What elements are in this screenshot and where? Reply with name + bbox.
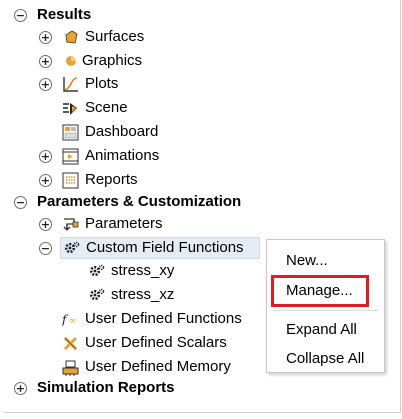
menu-item-expand-all[interactable]: Expand All: [267, 317, 384, 341]
menu-item-collapse-all[interactable]: Collapse All: [267, 346, 384, 370]
tree-node-dashboard[interactable]: Dashboard: [62, 120, 158, 144]
plot-icon: [62, 76, 79, 93]
tree-node-label: Animations: [85, 147, 160, 164]
tree-node-custom-field-functions[interactable]: Custom Field Functions: [60, 237, 260, 259]
menu-item-manage[interactable]: Manage...: [267, 278, 384, 302]
context-menu: New... Manage... Expand All Collapse All: [266, 239, 385, 373]
surface-icon: [62, 29, 79, 46]
expand-toggle[interactable]: +: [39, 54, 52, 68]
tree-node-label: Custom Field Functions: [86, 239, 244, 256]
tree-node-graphics[interactable]: + Graphics: [39, 49, 142, 73]
expand-toggle[interactable]: +: [39, 173, 52, 187]
tree-node-label: stress_xz: [111, 286, 175, 303]
tree-node-label: Scene: [85, 99, 128, 116]
svg-text:∞: ∞: [69, 315, 77, 326]
scene-icon: [62, 100, 79, 117]
gear-icon: [63, 240, 80, 257]
collapse-toggle[interactable]: −: [14, 8, 27, 22]
tree-node-label: Surfaces: [85, 28, 145, 45]
tree-node-label: Simulation Reports: [37, 379, 175, 396]
menu-item-new[interactable]: New...: [267, 248, 384, 272]
tree-node-custom-field-functions-toggle-row: −: [39, 236, 62, 260]
tree-node-simulation-reports[interactable]: + Simulation Reports: [14, 376, 175, 400]
tree-node-stress-xz[interactable]: stress_xz: [88, 283, 174, 307]
menu-separator: [273, 310, 378, 311]
tree-node-surfaces[interactable]: + Surfaces: [39, 25, 144, 49]
graphics-icon: [62, 53, 79, 70]
tree-node-user-defined-scalars[interactable]: User Defined Scalars: [62, 331, 227, 355]
function-icon: f ∞: [62, 311, 79, 328]
tree-node-label: User Defined Scalars: [85, 334, 227, 351]
parameters-icon: [62, 216, 79, 233]
tree-node-label: Dashboard: [85, 123, 159, 140]
tree-node-label: Parameters: [85, 215, 163, 232]
gear-icon: [88, 263, 105, 280]
tree-node-label: Results: [37, 6, 92, 23]
tree-node-label: Graphics: [82, 52, 143, 69]
expand-toggle[interactable]: +: [39, 149, 52, 163]
tree-node-label: Parameters & Customization: [37, 193, 242, 210]
scalar-icon: [62, 335, 79, 352]
expand-toggle[interactable]: +: [39, 77, 52, 91]
report-icon: [62, 172, 79, 189]
expand-toggle[interactable]: +: [14, 381, 27, 395]
tree-node-label: Reports: [85, 171, 138, 188]
tree-node-stress-xy[interactable]: stress_xy: [88, 259, 174, 283]
tree-node-plots[interactable]: + Plots: [39, 72, 118, 96]
tree-node-parameters[interactable]: + Parameters: [39, 212, 163, 236]
dashboard-icon: [62, 124, 79, 141]
tree-node-reports[interactable]: + Reports: [39, 168, 138, 192]
collapse-toggle[interactable]: −: [14, 195, 27, 209]
expand-toggle[interactable]: +: [39, 217, 52, 231]
memory-icon: [62, 359, 79, 376]
animation-icon: [62, 148, 79, 165]
gear-icon: [88, 287, 105, 304]
tree-node-label: User Defined Functions: [85, 310, 242, 327]
tree-node-label: stress_xy: [111, 262, 175, 279]
tree-node-label: User Defined Memory: [85, 358, 231, 375]
expand-toggle[interactable]: +: [39, 30, 52, 44]
tree-node-animations[interactable]: + Animations: [39, 144, 159, 168]
tree-node-results[interactable]: − Results: [14, 3, 91, 27]
tree-node-scene[interactable]: Scene: [62, 96, 128, 120]
tree-node-parameters-customization[interactable]: − Parameters & Customization: [14, 190, 241, 214]
collapse-toggle[interactable]: −: [39, 241, 52, 255]
tree-node-user-defined-functions[interactable]: f ∞ User Defined Functions: [62, 307, 242, 331]
tree-node-label: Plots: [85, 75, 119, 92]
